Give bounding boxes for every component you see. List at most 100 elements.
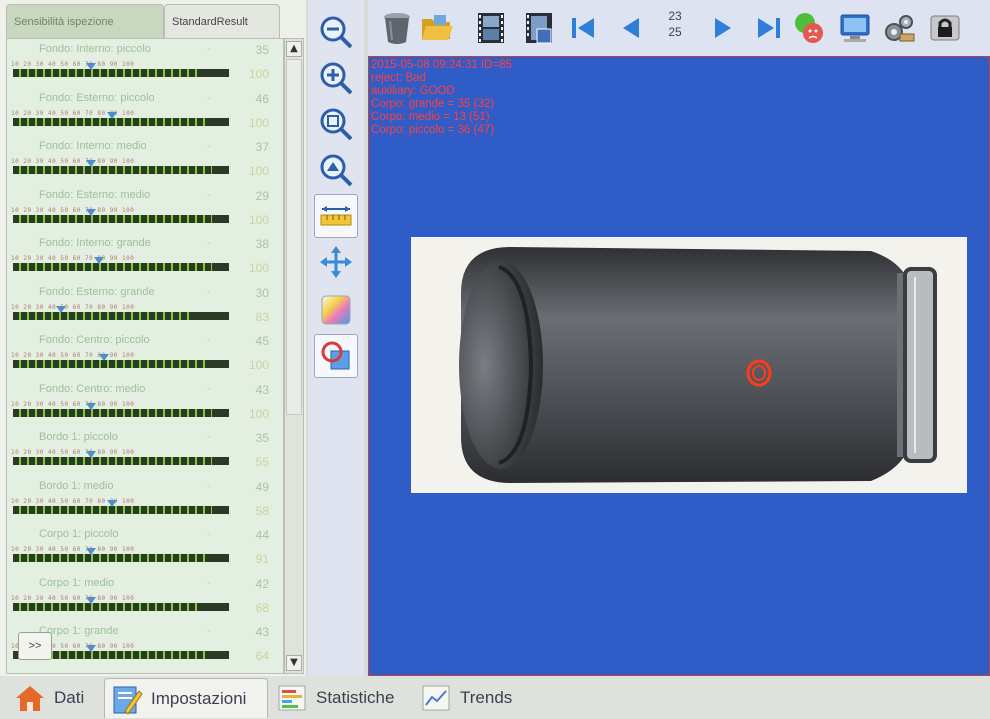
nav-tab-impostazioni[interactable]: Impostazioni <box>104 678 268 718</box>
zoom-in-button[interactable] <box>314 56 358 100</box>
decrease-button[interactable]: - <box>207 237 211 249</box>
scroll-up-button[interactable]: ▲ <box>286 41 302 57</box>
parameter-row[interactable]: Fondo: Esterno: grande - 30 10 20 30 40 50 … <box>7 282 283 331</box>
list-scrollbar[interactable]: ▲ ▼ <box>284 38 304 674</box>
inspection-image-view[interactable]: 2015-05-08 09:24:31 ID=85 reject: Bad au… <box>368 56 990 676</box>
decrease-button[interactable]: - <box>207 92 211 104</box>
nav-tab-statistiche[interactable]: Statistiche <box>270 678 394 718</box>
previous-image-button[interactable] <box>612 8 650 48</box>
good-bad-button[interactable] <box>790 8 828 48</box>
nav-label-dati: Dati <box>54 688 85 707</box>
gears-icon <box>885 15 915 42</box>
sensitivity-slider[interactable] <box>13 69 229 77</box>
sensitivity-slider[interactable] <box>13 457 229 465</box>
parameter-row[interactable]: Fondo: Esterno: piccolo - 46 10 20 30 40 50… <box>7 88 283 137</box>
next-icon <box>715 18 731 38</box>
last-image-button[interactable] <box>750 8 788 48</box>
decrease-button[interactable]: - <box>207 625 211 637</box>
parameter-value: 68 <box>255 600 269 615</box>
slider-handle[interactable] <box>85 645 96 652</box>
decrease-button[interactable]: - <box>207 189 211 201</box>
slider-handle[interactable] <box>85 451 96 458</box>
monitor-button[interactable] <box>836 8 874 48</box>
slider-handle[interactable] <box>107 111 118 119</box>
tab-sensibilita-ispezione[interactable]: Sensibilità ispezione <box>6 4 164 38</box>
parameter-row[interactable]: Fondo: Interno: piccolo - 35 10 20 30 40 50… <box>7 39 283 88</box>
trash-button[interactable] <box>378 8 416 48</box>
settings-gears-button[interactable] <box>880 8 918 48</box>
decrease-button[interactable]: - <box>207 140 211 152</box>
ruler-icon <box>320 206 352 226</box>
scale-ticks: 10 20 30 40 50 60 70 80 90 100 <box>11 497 135 505</box>
decrease-button[interactable]: - <box>207 383 211 395</box>
slider-fill <box>13 505 212 514</box>
zoom-region-icon <box>320 154 353 187</box>
film-save-button[interactable] <box>520 8 558 48</box>
sensitivity-slider[interactable] <box>13 408 229 417</box>
sensitivity-slider[interactable] <box>13 166 229 174</box>
decrease-button[interactable]: - <box>207 431 211 443</box>
parameter-threshold: 38 <box>255 237 269 251</box>
sensitivity-slider[interactable] <box>13 360 229 368</box>
zoom-fit-button[interactable] <box>314 102 358 146</box>
decrease-button[interactable]: - <box>207 577 211 589</box>
defect-overlay-button[interactable] <box>314 334 358 378</box>
decrease-button[interactable]: - <box>207 43 211 55</box>
parameter-row[interactable]: Fondo: Centro: piccolo - 45 10 20 30 40 50 … <box>7 330 283 379</box>
film-strip-button[interactable] <box>472 8 510 48</box>
parameter-row[interactable]: Bordo 1: piccolo - 35 10 20 30 40 50 60 70 … <box>7 427 283 476</box>
next-image-button[interactable] <box>704 8 742 48</box>
parameter-row[interactable]: Fondo: Interno: medio - 37 10 20 30 40 50 6… <box>7 136 283 185</box>
decrease-button[interactable]: - <box>207 528 211 540</box>
slider-handle[interactable] <box>55 305 66 313</box>
parameter-row[interactable]: Bordo 1: medio - 49 10 20 30 40 50 60 70 80… <box>7 476 283 525</box>
parameter-row[interactable]: Fondo: Centro: medio - 43 10 20 30 40 50 60… <box>7 379 283 428</box>
film-strip-icon <box>478 13 504 43</box>
slider-handle[interactable] <box>85 596 96 604</box>
statistics-icon <box>276 683 308 713</box>
open-folder-button[interactable] <box>418 8 456 48</box>
sensitivity-slider[interactable] <box>13 554 229 562</box>
sensitivity-slider[interactable] <box>13 505 229 514</box>
slider-handle[interactable] <box>98 354 109 361</box>
scale-ticks: 10 20 30 40 50 60 70 80 90 100 <box>11 400 135 408</box>
slider-handle[interactable] <box>107 499 118 507</box>
color-palette-button[interactable] <box>314 288 358 332</box>
sensitivity-slider[interactable] <box>13 117 229 126</box>
tab-standard-result[interactable]: StandardResult <box>164 4 280 38</box>
parameter-row[interactable]: Corpo 1: medio - 42 10 20 30 40 50 60 70 80… <box>7 573 283 622</box>
nav-tab-trends[interactable]: Trends <box>414 678 512 718</box>
scroll-thumb[interactable] <box>286 59 302 415</box>
sensitivity-slider[interactable] <box>13 311 229 320</box>
zoom-region-button[interactable] <box>314 148 358 192</box>
slider-handle[interactable] <box>94 257 105 264</box>
decrease-button[interactable]: - <box>207 480 211 492</box>
parameter-row[interactable]: Corpo 1: piccolo - 44 10 20 30 40 50 60 70 … <box>7 524 283 573</box>
slider-handle[interactable] <box>85 63 96 70</box>
parameter-threshold: 30 <box>255 285 269 300</box>
lock-button[interactable] <box>926 8 964 48</box>
slider-handle[interactable] <box>85 548 96 555</box>
parameter-row[interactable]: Fondo: Esterno: medio - 29 10 20 30 40 50 6… <box>7 185 283 234</box>
first-image-button[interactable] <box>564 8 602 48</box>
sensitivity-slider[interactable] <box>13 263 229 271</box>
parameter-row[interactable]: Fondo: Interno: grande - 38 10 20 30 40 50 … <box>7 233 283 282</box>
scroll-down-button[interactable]: ▼ <box>286 655 302 671</box>
measure-ruler-button[interactable] <box>314 194 358 238</box>
overlay-reject-status: reject: Bad <box>371 72 426 84</box>
sensitivity-slider[interactable] <box>13 214 229 223</box>
slider-handle[interactable] <box>85 160 96 167</box>
expand-panel-button[interactable]: >> <box>18 632 52 660</box>
sensitivity-slider[interactable] <box>13 602 229 611</box>
nav-tab-dati[interactable]: Dati <box>8 678 84 718</box>
decrease-button[interactable]: - <box>207 334 211 346</box>
slider-fill <box>13 263 212 271</box>
slider-handle[interactable] <box>85 208 96 216</box>
zoom-out-button[interactable] <box>314 10 358 54</box>
lock-icon <box>930 15 960 41</box>
decrease-button[interactable]: - <box>207 286 211 298</box>
good-bad-faces-icon <box>795 13 823 43</box>
slider-handle[interactable] <box>85 402 96 410</box>
scale-ticks: 10 20 30 40 50 60 70 80 90 100 <box>11 206 135 214</box>
pan-button[interactable] <box>314 240 358 284</box>
